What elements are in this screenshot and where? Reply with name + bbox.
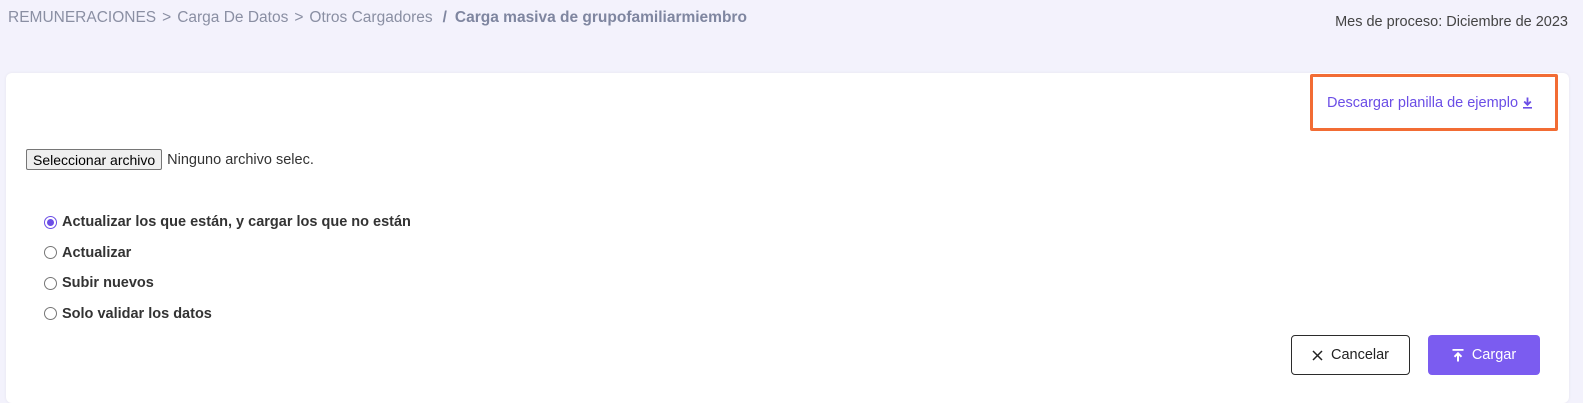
- radio[interactable]: [44, 246, 57, 260]
- option-update[interactable]: Actualizar: [44, 238, 411, 269]
- cancel-button[interactable]: Cancelar: [1291, 335, 1410, 375]
- option-validate-only[interactable]: Solo validar los datos: [44, 299, 411, 330]
- option-update-and-insert[interactable]: Actualizar los que están, y cargar los q…: [44, 207, 411, 238]
- file-input: Seleccionar archivo Ninguno archivo sele…: [26, 149, 314, 170]
- close-icon: [1312, 349, 1323, 361]
- download-template-link[interactable]: Descargar planilla de ejemplo: [1327, 95, 1533, 111]
- file-status: Ninguno archivo selec.: [167, 151, 314, 168]
- option-label: Subir nuevos: [62, 275, 154, 292]
- upload-mode-options: Actualizar los que están, y cargar los q…: [44, 207, 411, 329]
- breadcrumb: REMUNERACIONES > Carga De Datos > Otros Carg…: [8, 9, 747, 27]
- download-icon: [1523, 97, 1533, 109]
- select-file-button[interactable]: Seleccionar archivo: [26, 149, 163, 170]
- option-label: Actualizar los que están, y cargar los q…: [62, 214, 411, 231]
- radio[interactable]: [44, 307, 57, 321]
- cancel-label: Cancelar: [1330, 347, 1390, 363]
- top-bar: REMUNERACIONES > Carga De Datos > Otros Carg…: [0, 0, 1583, 60]
- upload-button[interactable]: Cargar: [1428, 335, 1540, 375]
- breadcrumb-separator: /: [442, 9, 447, 26]
- radio-checked[interactable]: [44, 215, 57, 229]
- option-label: Actualizar: [62, 244, 132, 261]
- breadcrumb-item-remuneraciones[interactable]: REMUNERACIONES: [8, 9, 156, 26]
- upload-icon: [1452, 348, 1464, 361]
- breadcrumb-separator: >: [294, 9, 304, 26]
- option-upload-new[interactable]: Subir nuevos: [44, 268, 411, 299]
- upload-label: Cargar: [1471, 347, 1517, 363]
- download-template-label: Descargar planilla de ejemplo: [1327, 95, 1519, 111]
- breadcrumb-current: Carga masiva de grupofamiliarmiembro: [454, 9, 747, 26]
- option-label: Solo validar los datos: [62, 305, 212, 322]
- breadcrumb-item-otros-cargadores[interactable]: Otros Cargadores: [309, 9, 432, 26]
- process-period: Mes de proceso: Diciembre de 2023: [1335, 14, 1568, 30]
- upload-card: Descargar planilla de ejemplo Selecciona…: [6, 73, 1569, 403]
- breadcrumb-separator: >: [162, 9, 172, 26]
- radio[interactable]: [44, 276, 57, 290]
- breadcrumb-item-carga-de-datos[interactable]: Carga De Datos: [177, 9, 288, 26]
